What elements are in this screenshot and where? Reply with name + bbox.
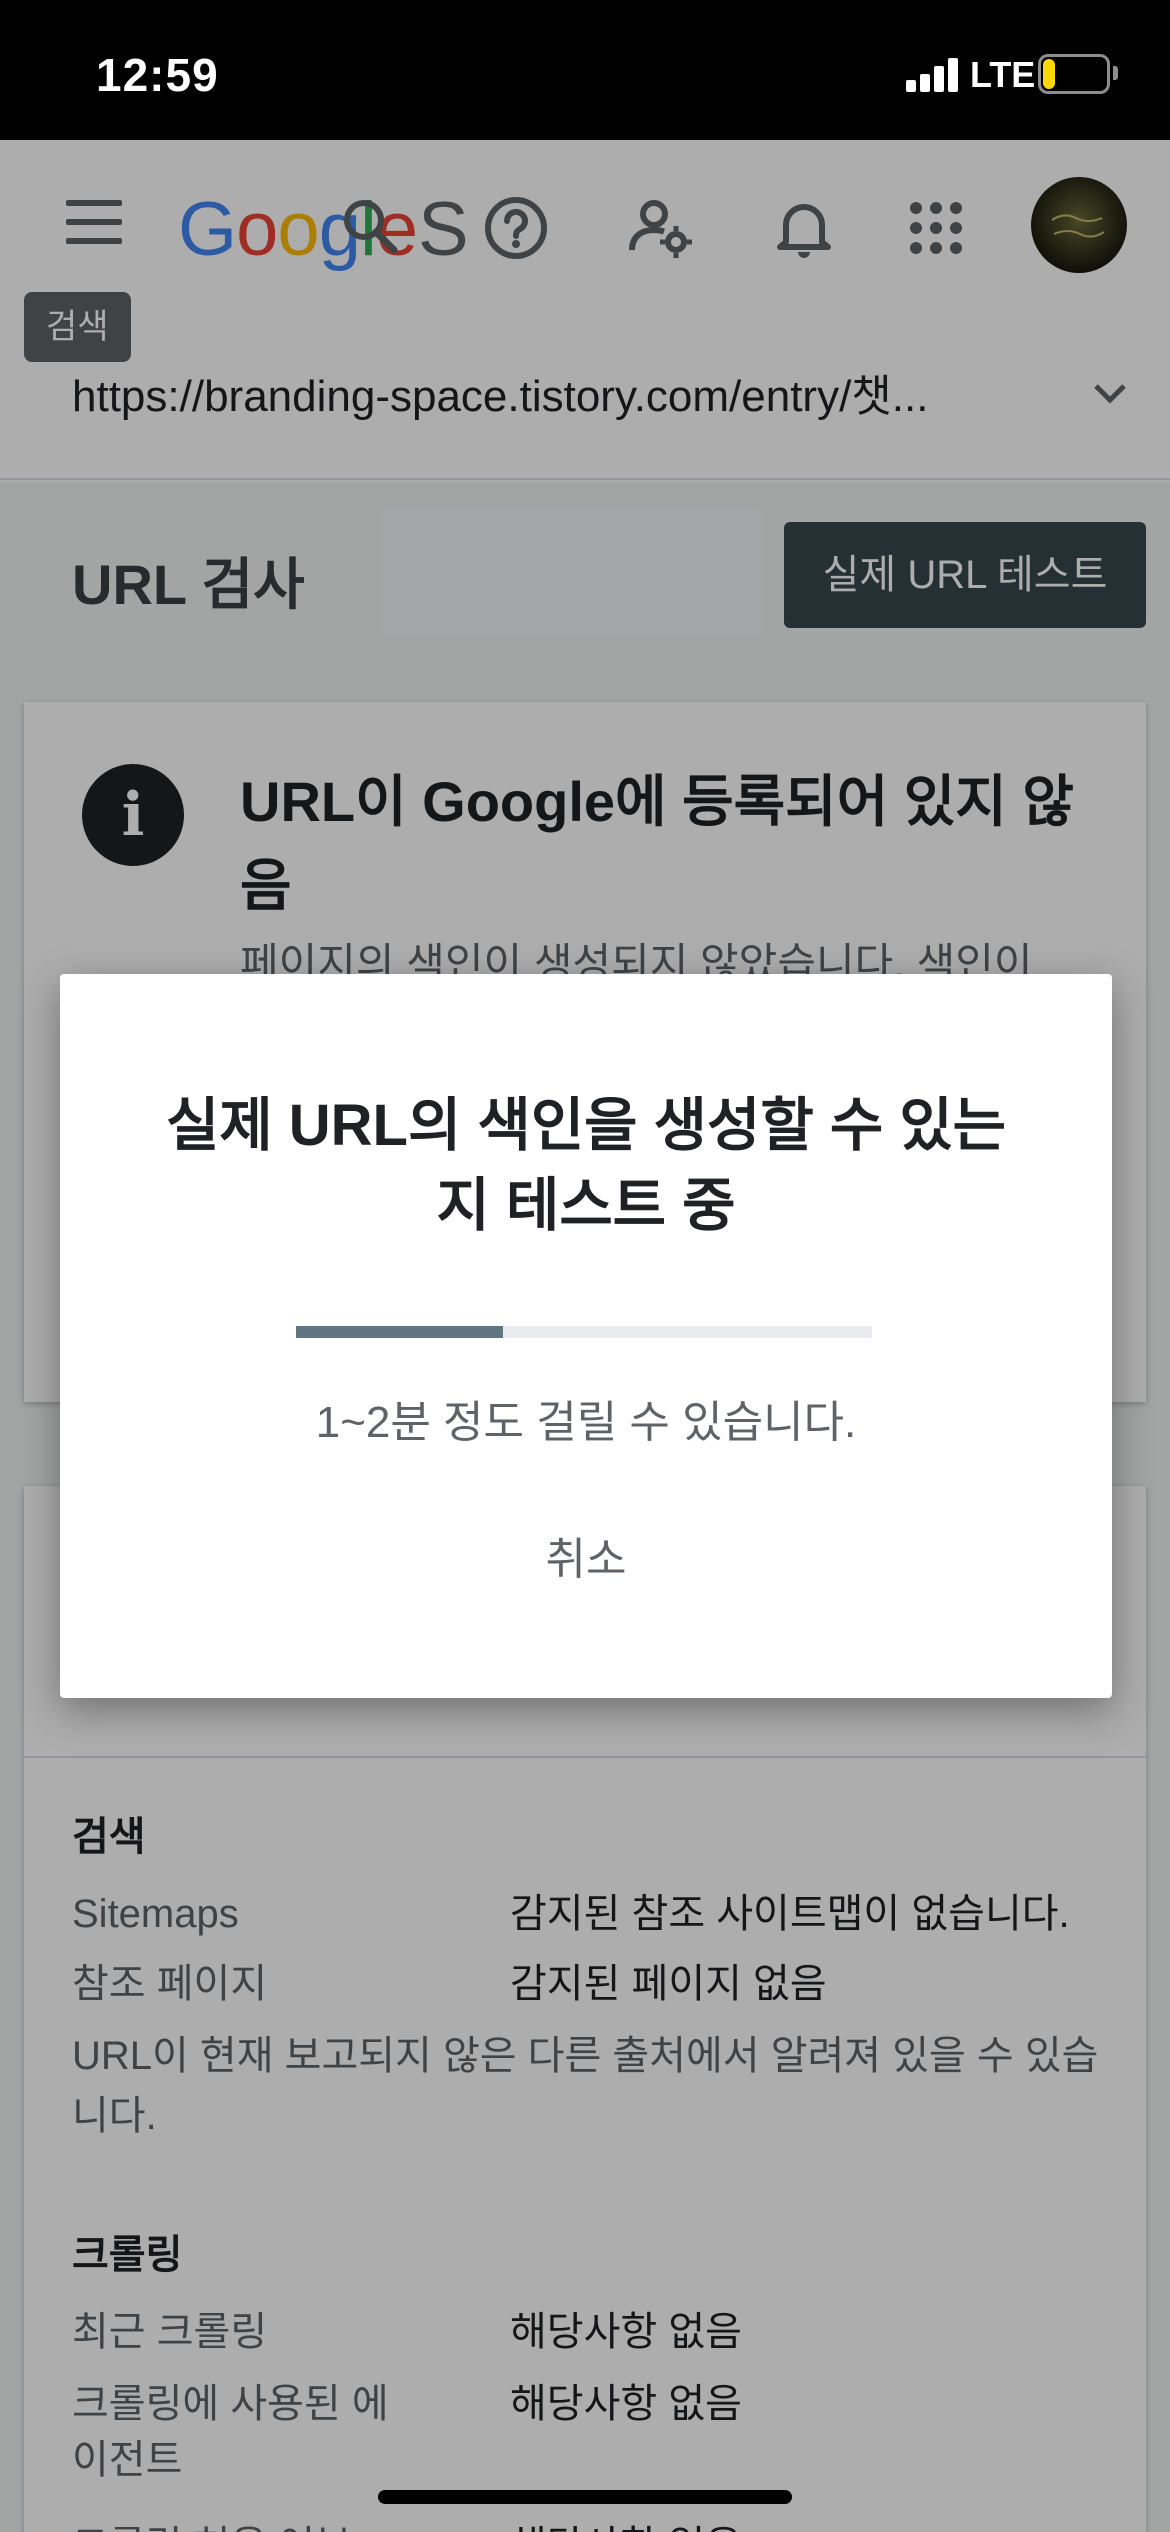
- status-bar: 12:59 LTE 20: [0, 0, 1170, 140]
- live-test-dialog: 실제 URL의 색인을 생성할 수 있는지 테스트 중 1~2분 정도 걸릴 수…: [60, 974, 1112, 1698]
- dialog-title: 실제 URL의 색인을 생성할 수 있는지 테스트 중: [165, 1093, 1007, 1238]
- network-type: LTE: [970, 54, 1036, 95]
- progress-bar: [296, 1326, 872, 1338]
- progress-bar-fill: [296, 1326, 504, 1338]
- signal-strength-icon: [906, 58, 960, 92]
- cancel-button[interactable]: 취소: [486, 1514, 686, 1606]
- dialog-subtitle: 1~2분 정도 걸릴 수 있습니다.: [315, 1398, 857, 1447]
- status-time: 12:59: [96, 49, 219, 101]
- home-indicator: [378, 2490, 792, 2504]
- battery-tip: [1113, 66, 1118, 80]
- battery-level: 20: [1057, 57, 1091, 90]
- battery-icon: 20: [1038, 54, 1110, 94]
